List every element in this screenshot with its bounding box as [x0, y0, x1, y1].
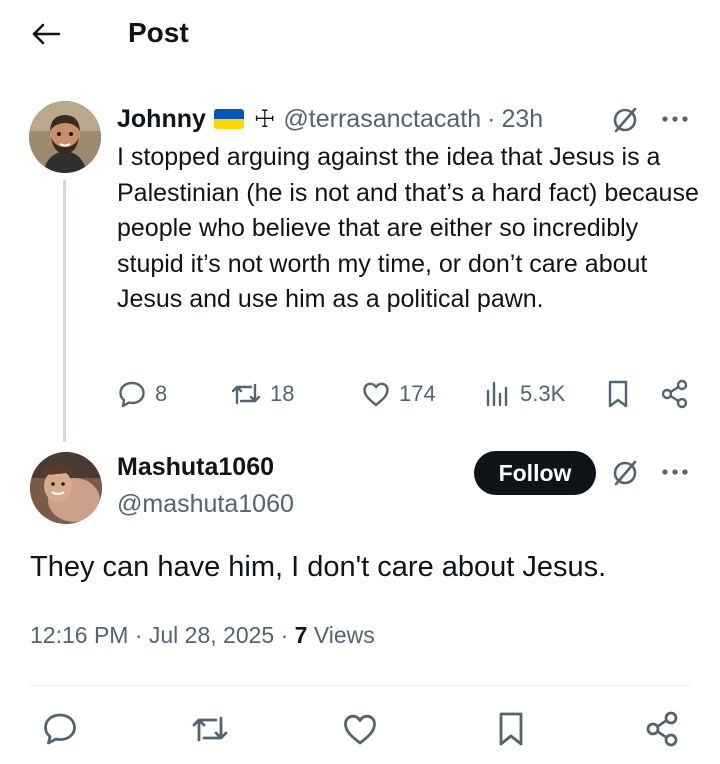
- author-name[interactable]: Johnny: [117, 105, 206, 134]
- author-handle[interactable]: @terrasanctacath: [283, 105, 481, 134]
- grok-button[interactable]: [608, 456, 642, 490]
- reply-text: They can have him, I don't care about Je…: [30, 551, 607, 583]
- heart-icon: [363, 382, 389, 407]
- tweet-text: I stopped arguing against the idea that …: [117, 143, 699, 313]
- author-name[interactable]: Mashuta1060: [117, 452, 274, 482]
- bookmark-action[interactable]: [604, 375, 632, 413]
- divider: [30, 685, 690, 686]
- share-icon: [661, 379, 688, 409]
- reply-action[interactable]: 8: [117, 375, 167, 413]
- repost-button[interactable]: [188, 709, 232, 749]
- author-handle[interactable]: @mashuta1060: [117, 489, 294, 519]
- share-action[interactable]: [659, 375, 691, 413]
- reply-icon: [44, 713, 76, 745]
- views-action[interactable]: 5.3K: [484, 375, 565, 413]
- post-timestamp: 12:16 PM · Jul 28, 2025 · 7 Views: [30, 620, 375, 650]
- like-count: 174: [399, 381, 436, 406]
- more-dots-icon: [662, 116, 688, 122]
- bookmark-icon: [499, 712, 523, 746]
- grok-icon: [613, 107, 637, 133]
- views-label: Views: [307, 622, 375, 648]
- thread-line: [63, 180, 66, 442]
- heart-icon: [344, 714, 376, 745]
- separator-dot: ·: [487, 104, 496, 133]
- follow-button[interactable]: Follow: [474, 451, 596, 495]
- more-dots-icon: [662, 469, 688, 475]
- share-button[interactable]: [641, 709, 685, 749]
- timestamp-text[interactable]: 12:16 PM · Jul 28, 2025 ·: [30, 622, 295, 648]
- reply-count: 8: [155, 381, 168, 406]
- views-count: 7: [294, 622, 308, 648]
- grok-button[interactable]: [608, 103, 642, 137]
- back-arrow-button[interactable]: [30, 18, 62, 50]
- tweet-header: Johnny ☩ @terrasanctacath · 23h: [117, 103, 543, 135]
- bookmark-icon: [608, 380, 628, 408]
- reply-icon: [119, 381, 145, 408]
- reply-button[interactable]: [38, 709, 82, 749]
- repost-icon: [192, 716, 228, 742]
- repost-action[interactable]: 18: [230, 375, 294, 413]
- back-arrow-icon: [32, 23, 61, 45]
- tweet-time[interactable]: 23h: [501, 105, 543, 134]
- more-options-button[interactable]: [658, 105, 692, 133]
- avatar[interactable]: [29, 101, 101, 173]
- analytics-icon: [486, 381, 508, 407]
- views-count: 5.3K: [520, 381, 566, 406]
- ukraine-flag-icon: [213, 109, 244, 129]
- avatar[interactable]: [30, 452, 102, 524]
- more-options-button[interactable]: [658, 458, 692, 486]
- grok-icon: [613, 460, 637, 486]
- cross-symbol: ☩: [253, 105, 276, 133]
- share-icon: [646, 711, 678, 747]
- like-action[interactable]: 174: [361, 375, 436, 413]
- like-button[interactable]: [338, 709, 382, 749]
- bookmark-button[interactable]: [489, 709, 533, 749]
- repost-count: 18: [270, 381, 295, 406]
- repost-icon: [231, 383, 261, 405]
- tweet-actions: 8 18 174 5.3K: [117, 375, 697, 413]
- page-title: Post: [128, 17, 189, 48]
